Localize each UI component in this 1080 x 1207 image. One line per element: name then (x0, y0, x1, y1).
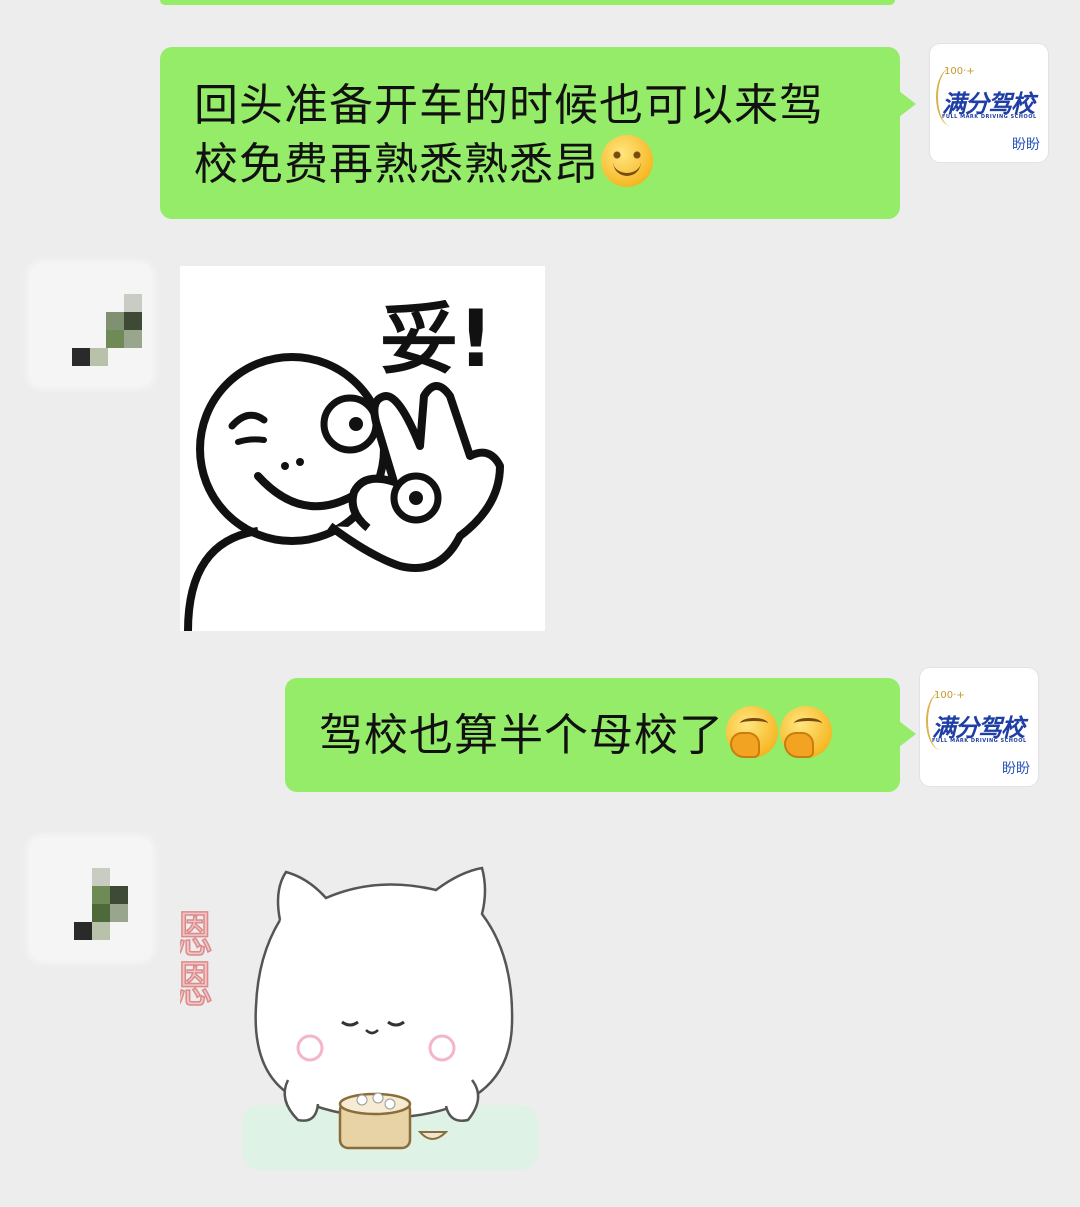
logo-subtext: FULL MARK DRIVING SCHOOL (942, 114, 1037, 120)
avatar-pixel (74, 922, 92, 940)
white-cat-eating-dumplings-sticker[interactable]: 嗯嗯 (154, 850, 550, 1180)
avatar-pixel (124, 294, 142, 312)
avatar[interactable]: 100·+ 满分驾校 FULL MARK DRIVING SCHOOL 盼盼 (920, 668, 1038, 786)
avatar-pixel (106, 330, 124, 348)
avatar[interactable]: 100·+ 满分驾校 FULL MARK DRIVING SCHOOL 盼盼 (930, 44, 1048, 162)
thinking-face-icon (780, 706, 832, 758)
avatar-name: 盼盼 (1002, 761, 1030, 777)
avatar-pixel (106, 312, 124, 330)
message-text: 回头准备开车的时候也可以来驾校免费再熟悉熟悉昂 (194, 80, 824, 190)
avatar-pixel (90, 348, 108, 366)
sticker-text: 嗯嗯 (180, 908, 213, 1008)
avatar-pixel (92, 922, 110, 940)
avatar-pixel (92, 868, 110, 886)
avatar-pixel (110, 886, 128, 904)
logo-top-text: 100·+ (944, 66, 975, 77)
avatar-pixel (92, 904, 110, 922)
logo-subtext: FULL MARK DRIVING SCHOOL (932, 738, 1027, 744)
avatar[interactable] (32, 840, 150, 958)
avatar[interactable] (32, 266, 150, 384)
smiling-face-icon (601, 135, 653, 187)
outgoing-message-bubble[interactable]: 驾校也算半个母校了 (285, 678, 916, 792)
sticker-drawing: 妥! (184, 295, 504, 632)
sticker-drawing: 嗯嗯 (154, 866, 538, 1170)
thinking-face-icon (726, 706, 778, 758)
avatar-name: 盼盼 (1012, 137, 1040, 153)
outgoing-message-bubble[interactable]: 回头准备开车的时候也可以来驾校免费再熟悉熟悉昂 (160, 47, 916, 219)
avatar-pixel (92, 886, 110, 904)
previous-message-bubble-edge (160, 0, 895, 5)
avatar-pixel (110, 904, 128, 922)
message-text: 驾校也算半个母校了 (319, 710, 724, 761)
avatar-pixel (124, 330, 142, 348)
winking-ok-hand-sticker[interactable]: 妥! (180, 266, 545, 632)
avatar-pixel (72, 348, 90, 366)
sticker-text: 妥! (380, 295, 494, 385)
logo-top-text: 100·+ (934, 690, 965, 701)
avatar-pixel (124, 312, 142, 330)
